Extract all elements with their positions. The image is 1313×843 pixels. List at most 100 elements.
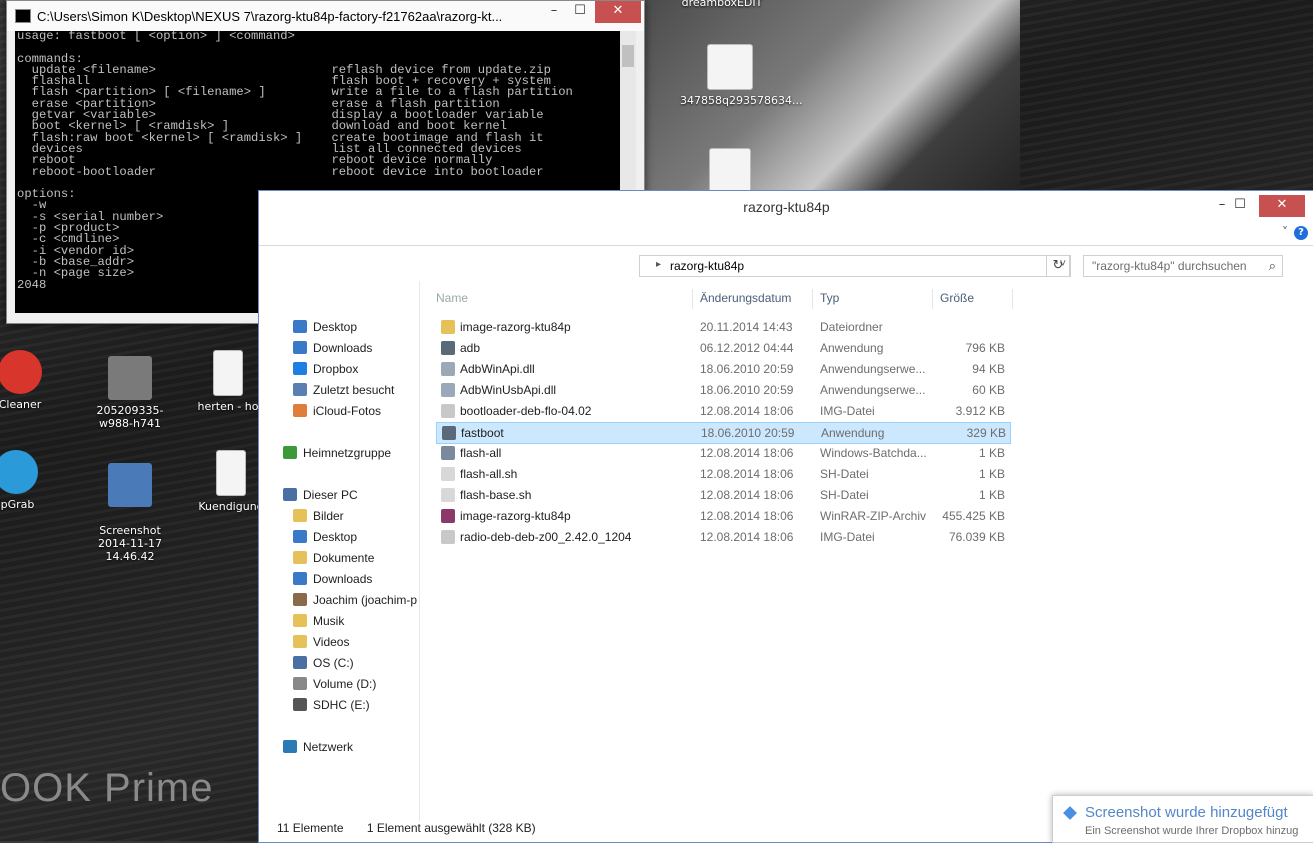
folder-icon [441,320,455,334]
nav-item-joachim[interactable]: Joachim (joachim-p [293,590,417,610]
file-row[interactable]: flash-all.sh 12.08.2014 18:06 SH-Datei 1… [436,464,1009,484]
file-row[interactable]: flash-all 12.08.2014 18:06 Windows-Batch… [436,443,1009,463]
file-type: IMG-Datei [820,530,875,544]
column-divider[interactable] [812,289,813,309]
ccleaner-icon [0,350,42,394]
ribbon-expand-chevron-icon[interactable]: ˅ [1282,225,1288,239]
desktop-icon-herten[interactable]: herten - ho [188,350,268,413]
file-date: 20.11.2014 14:43 [700,320,793,334]
desktop-icon-dreamboxedit[interactable]: dreamboxEDIT [672,0,772,9]
file-row[interactable]: image-razorg-ktu84p 20.11.2014 14:43 Dat… [436,317,1009,337]
desktop-icon-cleaner[interactable]: Cleaner [0,350,70,411]
nav-item-label: OS (C:) [313,656,354,670]
nav-item-network[interactable]: Netzwerk [283,737,353,757]
nav-item-desktop-pc[interactable]: Desktop [293,527,357,547]
nav-item-label: Desktop [313,320,358,334]
desktop-icon-label: dreamboxEDIT [681,0,763,9]
nav-item-documents[interactable]: Dokumente [293,548,374,568]
network-share-icon [293,593,307,606]
desktop-icon-label: 347858q293578634... [680,94,803,107]
maximize-button[interactable]: ☐ [1225,195,1255,217]
desktop-icon-screenshot[interactable]: Screenshot 2014-11-17 14.46.42 [78,450,182,576]
file-row[interactable]: image-razorg-ktu84p 12.08.2014 18:06 Win… [436,506,1009,526]
nav-item-homegroup[interactable]: Heimnetzgruppe [283,443,391,463]
desktop-icon-label: Screenshot 2014-11-17 14.46.42 [98,524,162,563]
column-divider[interactable] [932,289,933,309]
file-row[interactable]: AdbWinUsbApi.dll 18.06.2010 20:59 Anwend… [436,380,1009,400]
file-row-selected[interactable]: fastboot 18.06.2010 20:59 Anwendung 329 … [436,422,1011,444]
column-header-name[interactable]: Name [436,291,468,305]
cmd-titlebar[interactable]: C:\Users\Simon K\Desktop\NEXUS 7\razorg-… [7,1,644,31]
status-bar: 11 Elemente 1 Element ausgewählt (328 KB… [277,821,556,835]
nav-item-dropbox[interactable]: Dropbox [293,359,358,379]
file-name: image-razorg-ktu84p [460,320,571,334]
desktop-icon-word-doc[interactable]: 347858q293578634... [680,44,803,107]
column-header-size[interactable]: Größe [940,291,974,305]
close-button[interactable]: ✕ [595,1,641,23]
nav-item-label: SDHC (E:) [313,698,370,712]
videos-folder-icon [293,635,307,648]
search-input[interactable]: "razorg-ktu84p" durchsuchen ⌕ [1083,255,1283,277]
desktop-icon-ipgrab[interactable]: ipGrab [0,450,66,511]
ribbon-bar: ˅ ? [259,223,1313,246]
desktop-icon-label: Cleaner [0,398,42,411]
sh-file-icon [441,467,455,481]
breadcrumb-current-folder[interactable]: razorg-ktu84p [670,259,744,273]
dropbox-icon [293,362,307,375]
sd-card-icon [293,698,307,711]
file-size: 1 KB [978,488,1005,502]
nav-item-drive-e[interactable]: SDHC (E:) [293,695,370,715]
nav-item-label: Videos [313,635,350,649]
dropbox-notification-toast[interactable]: Screenshot wurde hinzugefügt Ein Screens… [1052,795,1313,843]
toast-title: Screenshot wurde hinzugefügt [1085,804,1288,821]
desktop-icon-image-205209335[interactable]: 205209335-w988-h741 [80,356,180,430]
file-row[interactable]: bootloader-deb-flo-04.02 12.08.2014 18:0… [436,401,1009,421]
column-header-type[interactable]: Typ [820,291,839,305]
nav-item-downloads-pc[interactable]: Downloads [293,569,372,589]
nav-item-this-pc[interactable]: Dieser PC [283,485,358,505]
file-date: 12.08.2014 18:06 [700,446,794,460]
nav-item-videos[interactable]: Videos [293,632,349,652]
file-type: SH-Datei [820,488,869,502]
nav-item-icloud-photos[interactable]: iCloud-Fotos [293,401,381,421]
file-name: flash-base.sh [460,488,532,502]
file-row[interactable]: adb 06.12.2012 04:44 Anwendung 796 KB [436,338,1009,358]
explorer-titlebar[interactable]: razorg-ktu84p – ☐ ✕ [259,191,1313,223]
file-date: 18.06.2010 20:59 [701,426,795,440]
image-thumbnail-icon [108,463,152,507]
nav-item-recent[interactable]: Zuletzt besucht [293,380,394,400]
desktop-icon-label: herten - ho [197,400,259,413]
nav-item-music[interactable]: Musik [293,611,344,631]
nav-item-label: Musik [313,614,345,628]
homegroup-icon [283,446,297,459]
close-button[interactable]: ✕ [1259,195,1305,217]
column-divider[interactable] [1012,289,1013,309]
app-icon [0,450,38,494]
maximize-button[interactable]: ☐ [565,1,595,23]
explorer-window[interactable]: razorg-ktu84p – ☐ ✕ ˅ ? ▸ razorg-ktu84p … [258,190,1313,843]
nav-item-label: Bilder [313,509,344,523]
file-size: 76.039 KB [948,530,1005,544]
file-row[interactable]: flash-base.sh 12.08.2014 18:06 SH-Datei … [436,485,1009,505]
column-header-date[interactable]: Änderungsdatum [700,291,791,305]
file-size: 1 KB [978,467,1005,481]
nav-item-downloads[interactable]: Downloads [293,338,372,358]
file-row[interactable]: radio-deb-deb-z00_2.42.0_1204 12.08.2014… [436,527,1009,547]
file-name: flash-all [460,446,502,460]
nav-item-drive-c[interactable]: OS (C:) [293,653,354,673]
file-row[interactable]: AdbWinApi.dll 18.06.2010 20:59 Anwendung… [436,359,1009,379]
nav-item-drive-d[interactable]: Volume (D:) [293,674,376,694]
nav-item-desktop[interactable]: Desktop [293,317,357,337]
file-date: 12.08.2014 18:06 [700,467,794,481]
address-bar[interactable]: ▸ razorg-ktu84p ˅ [639,255,1071,277]
explorer-window-title: razorg-ktu84p [743,199,830,215]
nav-item-pictures[interactable]: Bilder [293,506,344,526]
refresh-button[interactable]: ↻ [1046,255,1070,277]
cmd-window-title: C:\Users\Simon K\Desktop\NEXUS 7\razorg-… [37,9,503,24]
batch-file-icon [441,446,455,460]
scrollbar-thumb[interactable] [622,45,634,67]
help-icon[interactable]: ? [1294,226,1308,240]
column-divider[interactable] [692,289,693,309]
file-size: 94 KB [972,362,1005,376]
img-file-icon [441,404,455,418]
